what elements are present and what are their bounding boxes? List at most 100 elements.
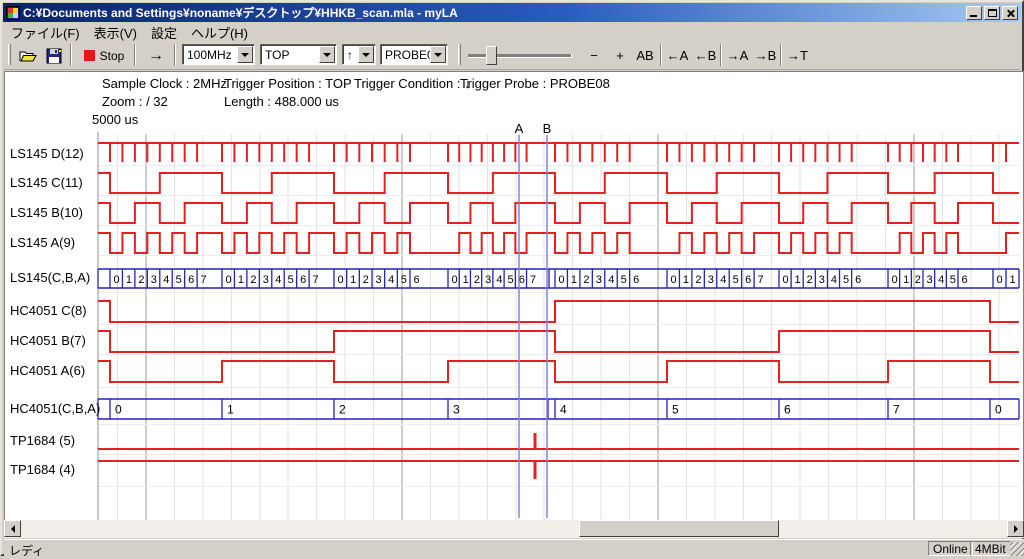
dropdown-button[interactable] — [319, 46, 335, 63]
zoom-out-button[interactable]: − — [582, 44, 606, 67]
toolbar-grip[interactable] — [8, 44, 11, 65]
run-button[interactable]: → — [141, 44, 171, 67]
bus-value-label: 0 — [451, 274, 457, 286]
bus-value-label: 6 — [961, 274, 967, 286]
strobe-pulse — [308, 143, 310, 162]
signal-label-hc4051-a[interactable]: HC4051 A(6) — [10, 363, 85, 379]
strobe-pulse — [616, 143, 618, 162]
scroll-left-button[interactable] — [4, 520, 21, 537]
toolbar-grip[interactable] — [458, 44, 461, 65]
bus-value-label: 0 — [225, 274, 231, 286]
stop-button[interactable]: Stop — [78, 44, 130, 67]
signal-label-ls145-d[interactable]: LS145 D(12) — [10, 146, 84, 162]
scrollbar-thumb[interactable] — [579, 520, 779, 537]
signal-label-ls145-c[interactable]: LS145 C(11) — [10, 175, 83, 191]
strobe-pulse — [447, 143, 449, 162]
signal-label-hc4051-c[interactable]: HC4051 C(8) — [10, 303, 87, 319]
bus-value-label: 3 — [708, 274, 714, 286]
bus-value-label: 6 — [855, 274, 861, 286]
chevron-down-icon — [362, 53, 370, 57]
strobe-pulse — [802, 143, 804, 162]
waveform-plot[interactable]: 0123456701234567012345601234567012345601… — [4, 71, 1024, 520]
cursor-a-label[interactable]: A — [512, 121, 526, 136]
zoom-in-button[interactable]: + — [608, 44, 632, 67]
trigger-position-select[interactable]: TOP — [260, 44, 337, 65]
bus-value-label: 3 — [453, 403, 460, 417]
goto-cursor-a-right-button[interactable]: →A — [724, 44, 751, 67]
goto-cursor-a-left-button[interactable]: ←A — [664, 44, 691, 67]
strobe-pulse — [691, 143, 693, 162]
strobe-pulse — [629, 143, 631, 162]
bus-value-label: 0 — [891, 274, 897, 286]
bus-value-label: 6 — [745, 274, 751, 286]
bus-value-label: 5 — [401, 274, 407, 286]
dropdown-button[interactable] — [358, 46, 374, 63]
signal-label-tp1684-5[interactable]: TP1684 (5) — [10, 433, 75, 449]
dropdown-button[interactable] — [430, 46, 446, 63]
strobe-pulse — [554, 143, 556, 162]
minimize-button[interactable] — [966, 6, 982, 20]
strobe-pulse — [566, 143, 568, 162]
strobe-pulse — [271, 143, 273, 162]
signal-label-tp1684-4[interactable]: TP1684 (4) — [10, 462, 75, 478]
event-pulse — [534, 461, 537, 479]
menu-bar: ファイル(F) 表示(V) 設定 ヘルプ(H) — [4, 23, 1020, 41]
menu-item-file[interactable]: ファイル(F) — [4, 22, 87, 43]
strobe-pulse — [887, 143, 889, 162]
strobe-pulse — [481, 143, 483, 162]
menu-item-view[interactable]: 表示(V) — [87, 22, 144, 43]
bus-value-label: 3 — [819, 274, 825, 286]
bus-value-label: 7 — [201, 274, 207, 286]
signal-label-ls145-a[interactable]: LS145 A(9) — [10, 235, 75, 251]
trigger-probe-select[interactable]: PROBE00 — [380, 44, 448, 65]
status-ready-text: レディ — [9, 542, 44, 559]
bus-value-label: 7 — [313, 274, 319, 286]
maximize-button[interactable] — [984, 6, 1000, 20]
bus-value-label: 2 — [250, 274, 256, 286]
bus-value-label: 4 — [720, 274, 726, 286]
run-arrow-icon: → — [148, 47, 164, 65]
arrow-left-icon — [11, 525, 15, 533]
status-memory-badge: 4MBit — [970, 541, 1011, 556]
strobe-pulse — [469, 143, 471, 162]
chevron-down-icon — [241, 53, 249, 57]
goto-cursor-b-right-button[interactable]: →B — [752, 44, 779, 67]
bus-value-label: 5 — [176, 274, 182, 286]
zoom-slider-track[interactable] — [468, 54, 572, 58]
signal-label-hc4051-b[interactable]: HC4051 B(7) — [10, 333, 86, 349]
scroll-right-button[interactable] — [1007, 520, 1024, 537]
goto-cursor-b-left-button[interactable]: ←B — [692, 44, 719, 67]
zoom-readout: Zoom : / 32 — [102, 94, 168, 109]
open-file-button[interactable] — [16, 44, 40, 67]
bus-value-label: 1 — [227, 403, 234, 417]
strobe-pulse — [666, 143, 668, 162]
bus-value-label: 0 — [782, 274, 788, 286]
zoom-ab-button[interactable]: AB — [632, 44, 658, 67]
menu-item-settings[interactable]: 設定 — [144, 22, 184, 43]
trigger-edge-select[interactable]: ↑ — [342, 44, 376, 65]
signal-label-ls145-bus[interactable]: LS145(C,B,A) — [10, 270, 90, 286]
bus-value-label: 2 — [695, 274, 701, 286]
menu-item-help[interactable]: ヘルプ(H) — [184, 22, 255, 43]
strobe-pulse — [790, 143, 792, 162]
signal-label-ls145-b[interactable]: LS145 B(10) — [10, 205, 83, 221]
close-button[interactable] — [1002, 6, 1018, 20]
title-bar[interactable]: C:¥Documents and Settings¥noname¥デスクトップ¥… — [3, 3, 1021, 22]
strobe-pulse — [396, 143, 398, 162]
sample-clock-select[interactable]: 100MHz — [182, 44, 255, 65]
dropdown-button[interactable] — [237, 46, 253, 63]
save-button[interactable] — [42, 44, 66, 67]
bus-value-label: 4 — [608, 274, 614, 286]
signal-label-hc4051-bus[interactable]: HC4051(C,B,A) — [10, 401, 100, 417]
bus-value-label: 1 — [350, 274, 356, 286]
trace-HC4051 A(6) — [98, 361, 1019, 382]
window-title: C:¥Documents and Settings¥noname¥デスクトップ¥… — [23, 4, 966, 21]
goto-trigger-button[interactable]: →T — [784, 44, 811, 67]
zoom-slider-thumb[interactable] — [486, 46, 497, 65]
resize-grip[interactable] — [1010, 542, 1024, 556]
strobe-pulse — [778, 143, 780, 162]
horizontal-scrollbar[interactable] — [4, 520, 1024, 538]
cursor-b-label[interactable]: B — [540, 121, 554, 136]
strobe-pulse — [283, 143, 285, 162]
bus-value-label: 5 — [733, 274, 739, 286]
